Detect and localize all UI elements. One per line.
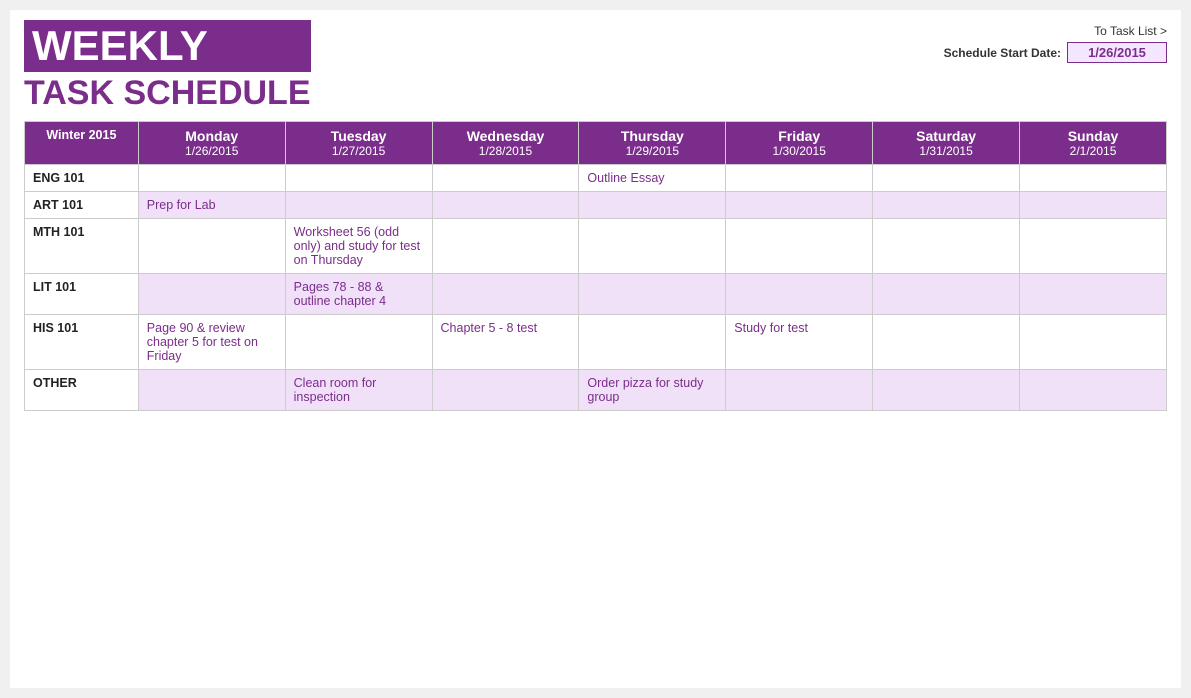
task-cell[interactable] [1020,165,1167,192]
wednesday-header: Wednesday 1/28/2015 [432,122,579,165]
task-cell[interactable] [579,219,726,274]
row-label-mth-101: MTH 101 [25,219,139,274]
table-row: MTH 101 Worksheet 56 (odd only) and study… [25,219,1167,274]
table-row: ENG 101 Outline Essay [25,165,1167,192]
table-row: OTHER Clean room for inspection Order pizz… [25,370,1167,411]
task-cell[interactable] [726,165,873,192]
thursday-header: Thursday 1/29/2015 [579,122,726,165]
row-label-eng-101: ENG 101 [25,165,139,192]
saturday-header: Saturday 1/31/2015 [873,122,1020,165]
task-cell[interactable]: Clean room for inspection [285,370,432,411]
task-cell[interactable] [432,370,579,411]
task-cell[interactable]: Worksheet 56 (odd only) and study for te… [285,219,432,274]
task-cell[interactable] [726,219,873,274]
table-row: LIT 101 Pages 78 - 88 & outline chapter 4 [25,274,1167,315]
task-cell[interactable] [1020,219,1167,274]
start-date-label: Schedule Start Date: [944,46,1061,60]
title-task-schedule: TASK SCHEDULE [24,74,311,113]
task-cell[interactable] [432,192,579,219]
top-right: To Task List > Schedule Start Date: 1/26… [944,24,1167,63]
task-cell[interactable]: Order pizza for study group [579,370,726,411]
schedule-table: Winter 2015 Monday 1/26/2015 Tuesday 1/2… [24,121,1167,411]
task-cell[interactable] [726,192,873,219]
row-label-art-101: ART 101 [25,192,139,219]
task-cell[interactable] [432,219,579,274]
task-cell[interactable] [432,274,579,315]
task-cell[interactable] [285,315,432,370]
task-cell[interactable] [432,165,579,192]
task-cell[interactable] [138,165,285,192]
task-cell[interactable] [285,165,432,192]
task-cell[interactable]: Prep for Lab [138,192,285,219]
season-header: Winter 2015 [25,122,139,165]
task-cell[interactable]: Page 90 & review chapter 5 for test on F… [138,315,285,370]
table-row: HIS 101Page 90 & review chapter 5 for te… [25,315,1167,370]
task-cell[interactable] [138,219,285,274]
task-cell[interactable]: Chapter 5 - 8 test [432,315,579,370]
friday-header: Friday 1/30/2015 [726,122,873,165]
header-area: WEEKLY TASK SCHEDULE To Task List > Sche… [24,20,1167,113]
to-task-list-link[interactable]: To Task List > [1094,24,1167,38]
task-cell[interactable] [1020,315,1167,370]
row-label-his-101: HIS 101 [25,315,139,370]
tuesday-header: Tuesday 1/27/2015 [285,122,432,165]
start-date-value[interactable]: 1/26/2015 [1067,42,1167,63]
task-cell[interactable] [873,370,1020,411]
task-cell[interactable] [726,274,873,315]
task-cell[interactable] [873,165,1020,192]
start-date-row: Schedule Start Date: 1/26/2015 [944,42,1167,63]
task-cell[interactable] [726,370,873,411]
task-cell[interactable] [1020,274,1167,315]
task-cell[interactable] [285,192,432,219]
sunday-header: Sunday 2/1/2015 [1020,122,1167,165]
table-row: ART 101Prep for Lab [25,192,1167,219]
row-label-lit-101: LIT 101 [25,274,139,315]
task-cell[interactable] [873,274,1020,315]
task-cell[interactable]: Study for test [726,315,873,370]
row-label-other: OTHER [25,370,139,411]
task-cell[interactable] [138,370,285,411]
task-cell[interactable]: Pages 78 - 88 & outline chapter 4 [285,274,432,315]
monday-header: Monday 1/26/2015 [138,122,285,165]
task-cell[interactable] [138,274,285,315]
task-cell[interactable] [579,315,726,370]
task-cell[interactable] [873,192,1020,219]
title-block: WEEKLY TASK SCHEDULE [24,20,311,113]
task-cell[interactable] [579,274,726,315]
page: WEEKLY TASK SCHEDULE To Task List > Sche… [10,10,1181,688]
task-cell[interactable] [1020,192,1167,219]
task-cell[interactable] [1020,370,1167,411]
title-weekly: WEEKLY [24,20,311,72]
task-cell[interactable] [873,315,1020,370]
task-cell[interactable]: Outline Essay [579,165,726,192]
task-cell[interactable] [873,219,1020,274]
header-row: Winter 2015 Monday 1/26/2015 Tuesday 1/2… [25,122,1167,165]
task-cell[interactable] [579,192,726,219]
